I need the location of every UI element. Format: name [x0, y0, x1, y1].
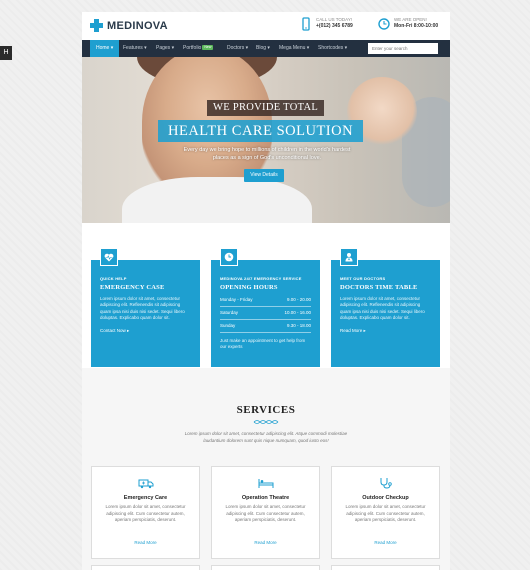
services-title: SERVICES — [236, 404, 296, 416]
service-card-partial — [211, 565, 320, 570]
service-card-emergency: Emergency Care Lorem ipsum dolor sit ame… — [91, 466, 200, 559]
box-title: DOCTORS TIME TABLE — [340, 284, 418, 291]
service-card-partial — [91, 565, 200, 570]
box-kicker: MEET OUR DOCTORS — [340, 276, 386, 281]
hours-row: Saturday 10.00 - 16.00 — [220, 307, 311, 320]
box-title: OPENING HOURS — [220, 284, 278, 291]
doctor-icon — [340, 248, 358, 266]
nav-item-doctors[interactable]: Doctors ▾ — [227, 40, 248, 57]
nav-item-blog[interactable]: Blog ▾ — [256, 40, 270, 57]
clock-icon — [220, 248, 238, 266]
header: MEDINOVA CALL US TODAY! +(012) 345 6789 … — [82, 12, 450, 40]
box-note: Just make an appointment to get help fro… — [220, 338, 306, 350]
box-kicker: MEDINOVA 24/7 EMERGENCY SERVICE — [220, 276, 302, 281]
service-card-operation: Operation Theatre Lorem ipsum dolor sit … — [211, 466, 320, 559]
read-more-link[interactable]: Read More ▸ — [340, 328, 431, 334]
services-intro: Lorem ipsum dolor sit amet, consectetur … — [184, 431, 348, 443]
nav-item-home[interactable]: Home ▾ — [90, 40, 120, 57]
main-nav: Home ▾ Features ▾ Pages ▾ Portfolio New D… — [82, 40, 450, 57]
read-more-link[interactable]: Read More — [332, 540, 439, 545]
settings-icon: H — [3, 49, 9, 56]
new-badge: New — [202, 45, 214, 51]
hero-title: HEALTH CARE SOLUTION — [158, 120, 364, 142]
hours-value: Mon-Fri 8:00-10:00 — [394, 23, 439, 29]
service-text: Lorem ipsum dolor sit amet, consectetur … — [105, 504, 186, 522]
service-title: Operation Theatre — [241, 495, 290, 501]
hero-slider: WE PROVIDE TOTAL HEALTH CARE SOLUTION Ev… — [82, 57, 450, 223]
service-card-partial — [331, 565, 440, 570]
emergency-box: QUICK HELP EMERGENCY CASE Lorem ipsum do… — [91, 248, 200, 367]
box-text: Lorem ipsum dolor sit amet, consectetur … — [340, 296, 425, 320]
page: MEDINOVA CALL US TODAY! +(012) 345 6789 … — [82, 12, 450, 570]
logo-text: MEDINOVA — [107, 19, 168, 32]
service-title: Outdoor Checkup — [362, 495, 409, 501]
hours-row: Sunday 9.30 - 18.00 — [220, 320, 311, 333]
logo[interactable]: MEDINOVA — [90, 19, 168, 32]
dna-divider-icon — [253, 420, 279, 424]
medical-cross-icon — [90, 19, 103, 32]
view-details-button[interactable]: View Details — [244, 169, 284, 182]
nav-item-portfolio[interactable]: Portfolio New — [183, 40, 214, 57]
nav-item-shortcodes[interactable]: Shortcodes ▾ — [318, 40, 347, 57]
heart-monitor-icon — [100, 248, 118, 266]
phone-info: CALL US TODAY! +(012) 345 6789 — [300, 17, 353, 33]
hero-tagline: WE PROVIDE TOTAL — [207, 100, 325, 116]
doctors-timetable-box: MEET OUR DOCTORS DOCTORS TIME TABLE Lore… — [331, 248, 440, 367]
opening-hours-box: MEDINOVA 24/7 EMERGENCY SERVICE OPENING … — [211, 248, 320, 367]
clock-icon — [378, 18, 390, 30]
read-more-link[interactable]: Read More — [212, 540, 319, 545]
search-input[interactable] — [368, 43, 438, 54]
service-text: Lorem ipsum dolor sit amet, consectetur … — [345, 504, 426, 522]
hero-subtitle: Every day we bring hope to millions of c… — [183, 147, 351, 161]
box-text: Lorem ipsum dolor sit amet, consectetur … — [100, 296, 185, 320]
box-title: EMERGENCY CASE — [100, 284, 165, 291]
hero-doctor-coat — [122, 177, 312, 223]
ambulance-icon — [138, 479, 154, 489]
info-boxes: QUICK HELP EMERGENCY CASE Lorem ipsum do… — [82, 223, 450, 368]
hours-table: Monday - Friday 9.00 - 20.00 Saturday 10.0… — [220, 294, 311, 333]
phone-number: +(012) 345 6789 — [316, 23, 353, 29]
box-kicker: QUICK HELP — [100, 276, 127, 281]
contact-now-link[interactable]: Contact Now ▸ — [100, 328, 191, 334]
service-card-checkup: Outdoor Checkup Lorem ipsum dolor sit am… — [331, 466, 440, 559]
nav-item-features[interactable]: Features ▾ — [123, 40, 147, 57]
bed-icon — [258, 479, 274, 488]
nav-item-pages[interactable]: Pages ▾ — [156, 40, 174, 57]
hours-row: Monday - Friday 9.00 - 20.00 — [220, 294, 311, 307]
hours-info: WE ARE OPEN! Mon-Fri 8:00-10:00 — [378, 17, 438, 33]
stethoscope-icon — [380, 478, 392, 489]
settings-side-tab[interactable]: H — [0, 46, 12, 60]
services-section: SERVICES Lorem ipsum dolor sit amet, con… — [82, 368, 450, 570]
phone-icon — [302, 17, 310, 31]
service-text: Lorem ipsum dolor sit amet, consectetur … — [225, 504, 306, 522]
service-title: Emergency Care — [123, 495, 168, 501]
read-more-link[interactable]: Read More — [92, 540, 199, 545]
nav-item-mega-menu[interactable]: Mega Menu ▾ — [279, 40, 309, 57]
